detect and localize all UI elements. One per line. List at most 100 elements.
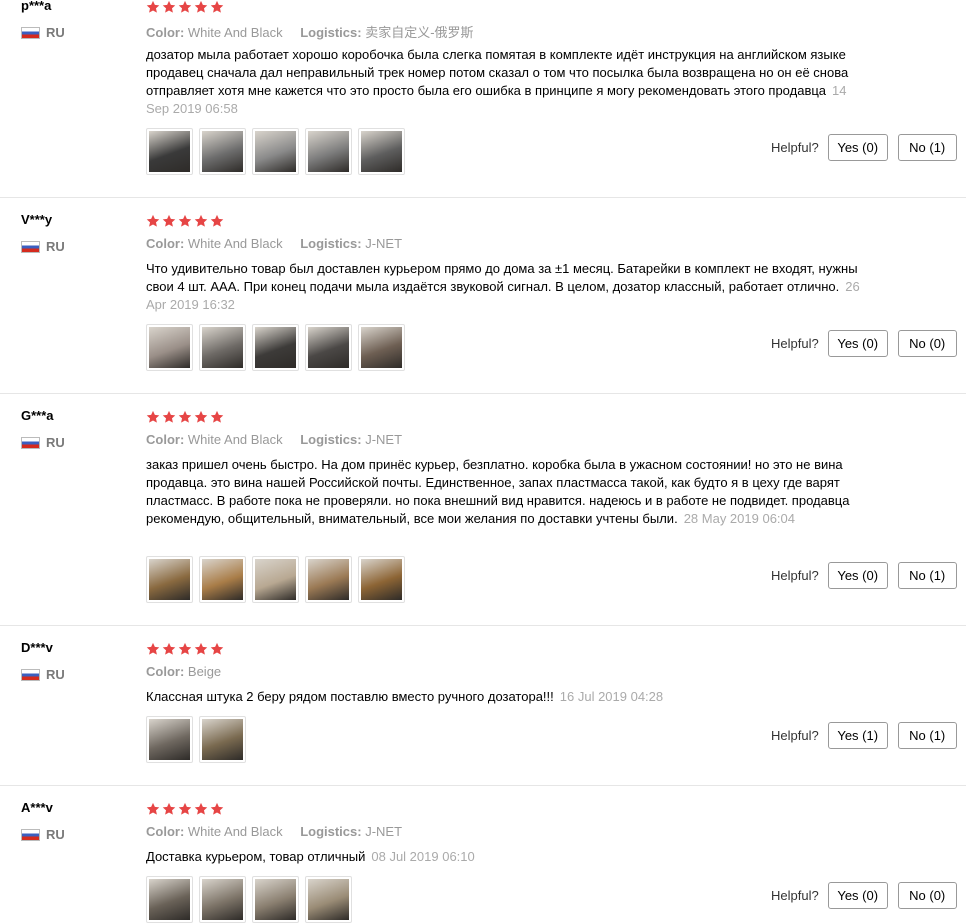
helpful-label: Helpful? [771, 568, 819, 583]
star-icon [194, 642, 208, 655]
color-label: Color: [146, 432, 185, 447]
helpful-yes-button[interactable]: Yes (0) [827, 330, 888, 357]
review-date: 16 Jul 2019 04:28 [559, 689, 664, 704]
star-icon [178, 214, 192, 227]
star-icon [210, 642, 224, 655]
reviewer-country: RU [21, 827, 65, 842]
star-icon [162, 214, 176, 227]
review-meta: Color: White And Black Logistics: 卖家自定义-… [146, 22, 488, 41]
review-photo-thumbnail[interactable] [146, 556, 193, 603]
helpful-feedback: Helpful? Yes (0) No (1) [771, 562, 957, 589]
review-divider [0, 393, 966, 394]
review-divider [0, 785, 966, 786]
review-photo-thumbnail[interactable] [305, 128, 352, 175]
review-date: 28 May 2019 06:04 [683, 511, 795, 526]
star-icon [146, 214, 160, 227]
star-icon [210, 802, 224, 815]
review-photo-thumbnail[interactable] [146, 876, 193, 923]
helpful-feedback: Helpful? Yes (0) No (0) [771, 882, 957, 909]
star-icon [162, 0, 176, 13]
country-code: RU [46, 239, 65, 254]
review-photo-thumbnail[interactable] [199, 876, 246, 923]
reviewer-country: RU [21, 667, 65, 682]
review-text: Что удивительно товар был доставлен курь… [146, 260, 864, 314]
review-photo-thumbnail[interactable] [358, 556, 405, 603]
review-photos [146, 876, 352, 923]
review-meta: Color: White And Black Logistics: J-NET [146, 236, 416, 251]
review-body: Доставка курьером, товар отличный [146, 849, 366, 864]
color-label: Color: [146, 824, 185, 839]
star-rating [146, 214, 224, 228]
review-photos [146, 716, 246, 763]
review-divider [0, 197, 966, 198]
reviewer-name: D***v [21, 640, 53, 655]
review-date: 08 Jul 2019 06:10 [371, 849, 475, 864]
review-divider [0, 625, 966, 626]
review-text: Классная штука 2 беру рядом поставлю вме… [146, 688, 864, 706]
helpful-feedback: Helpful? Yes (1) No (1) [771, 722, 957, 749]
review-text: Доставка курьером, товар отличный 08 Jul … [146, 848, 864, 866]
helpful-yes-button[interactable]: Yes (1) [827, 722, 888, 749]
review-photo-thumbnail[interactable] [252, 324, 299, 371]
helpful-no-button[interactable]: No (1) [897, 134, 957, 161]
helpful-feedback: Helpful? Yes (0) No (1) [771, 134, 957, 161]
review-photo-thumbnail[interactable] [358, 128, 405, 175]
review-photo-thumbnail[interactable] [199, 716, 246, 763]
star-icon [162, 802, 176, 815]
reviewer-country: RU [21, 239, 65, 254]
reviewer-country: RU [21, 25, 65, 40]
review-photo-thumbnail[interactable] [358, 324, 405, 371]
color-value: White And Black [187, 25, 283, 40]
star-icon [162, 410, 176, 423]
color-value: White And Black [187, 824, 283, 839]
star-icon [178, 410, 192, 423]
helpful-no-button[interactable]: No (0) [897, 330, 957, 357]
russia-flag-icon [21, 828, 40, 841]
review-body: дозатор мыла работает хорошо коробочка б… [146, 47, 849, 98]
helpful-feedback: Helpful? Yes (0) No (0) [771, 330, 957, 357]
helpful-label: Helpful? [771, 728, 819, 743]
star-icon [210, 0, 224, 13]
review-text: дозатор мыла работает хорошо коробочка б… [146, 46, 864, 118]
helpful-label: Helpful? [771, 140, 819, 155]
star-icon [194, 214, 208, 227]
review-photo-thumbnail[interactable] [146, 716, 193, 763]
logistics-value: J-NET [365, 824, 403, 839]
review-photo-thumbnail[interactable] [199, 556, 246, 603]
logistics-label: Logistics: [300, 432, 362, 447]
color-label: Color: [146, 236, 185, 251]
review-photos [146, 556, 405, 603]
helpful-no-button[interactable]: No (1) [897, 722, 957, 749]
country-code: RU [46, 827, 65, 842]
russia-flag-icon [21, 26, 40, 39]
review-photo-thumbnail[interactable] [252, 876, 299, 923]
helpful-yes-button[interactable]: Yes (0) [827, 562, 888, 589]
review-photo-thumbnail[interactable] [305, 876, 352, 923]
review-photo-thumbnail[interactable] [199, 324, 246, 371]
helpful-label: Helpful? [771, 336, 819, 351]
review-photo-thumbnail[interactable] [305, 324, 352, 371]
helpful-no-button[interactable]: No (0) [897, 882, 957, 909]
star-icon [210, 410, 224, 423]
review-photo-thumbnail[interactable] [252, 556, 299, 603]
review-photos [146, 128, 405, 175]
star-icon [146, 802, 160, 815]
review-photo-thumbnail[interactable] [252, 128, 299, 175]
logistics-label: Logistics: [300, 236, 362, 251]
review-body: Классная штука 2 беру рядом поставлю вме… [146, 689, 554, 704]
country-code: RU [46, 25, 65, 40]
star-icon [178, 802, 192, 815]
country-code: RU [46, 435, 65, 450]
review-photo-thumbnail[interactable] [199, 128, 246, 175]
review-photo-thumbnail[interactable] [146, 324, 193, 371]
helpful-yes-button[interactable]: Yes (0) [827, 882, 888, 909]
helpful-yes-button[interactable]: Yes (0) [827, 134, 888, 161]
review-photo-thumbnail[interactable] [146, 128, 193, 175]
star-icon [178, 642, 192, 655]
review-meta: Color: White And Black Logistics: J-NET [146, 432, 416, 447]
country-code: RU [46, 667, 65, 682]
reviewer-country: RU [21, 435, 65, 450]
star-icon [162, 642, 176, 655]
review-photo-thumbnail[interactable] [305, 556, 352, 603]
helpful-no-button[interactable]: No (1) [897, 562, 957, 589]
